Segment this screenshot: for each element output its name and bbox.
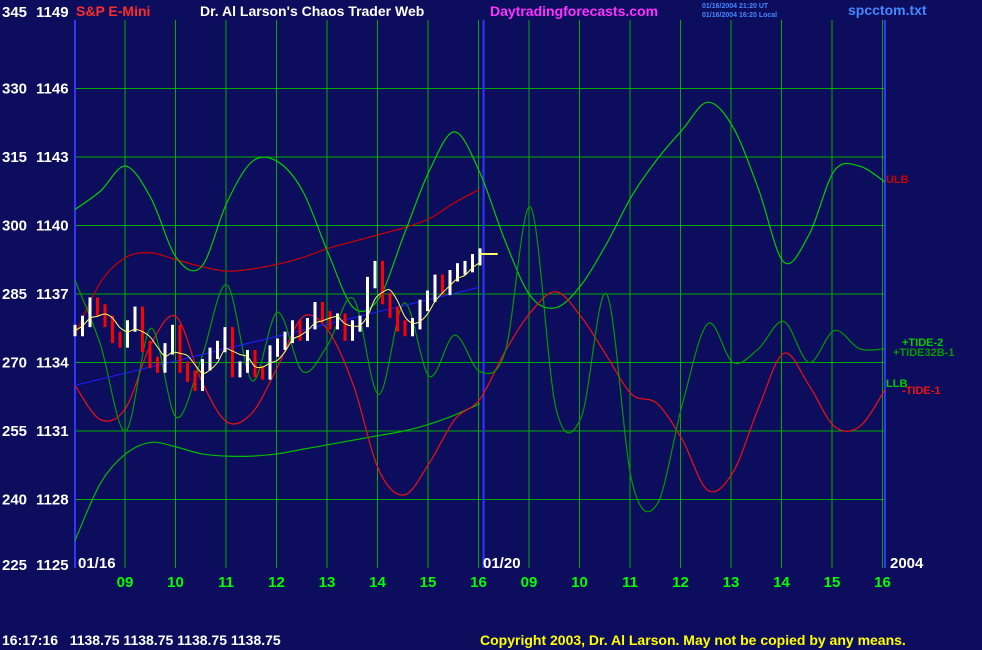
x-tick-hour: 09 [521, 574, 538, 591]
chart: 345 1149 330 1146 315 1143 300 1140 285 1137 270 11… [2, 2, 954, 648]
x-tick-hour: 15 [420, 574, 437, 591]
y-tick-left: 300 [2, 218, 27, 235]
x-tick-hour: 12 [268, 574, 285, 591]
x-tick-hour: 16 [470, 574, 487, 591]
chart-grid [74, 20, 886, 568]
timestamp-ut: 01/16/2004 21:20 UT [702, 3, 769, 10]
y-tick-price: 1134 [36, 355, 69, 372]
y-tick-left: 330 [2, 81, 27, 98]
legend-label: -TIDE-1 [902, 385, 941, 397]
readout: 16:17:16 1138.75 1138.75 1138.75 1138.75 [2, 632, 281, 648]
series-tide2 [74, 101, 886, 312]
x-date-label: 2004 [890, 555, 924, 572]
series-tide1 [74, 291, 886, 496]
x-tick-hour: 11 [218, 574, 234, 591]
y-tick-price: 1137 [36, 286, 69, 303]
y-tick-left: 270 [2, 355, 27, 372]
y-tick-price: 1146 [36, 81, 69, 98]
copyright: Copyright 2003, Dr. Al Larson. May not b… [480, 632, 906, 648]
y-tick-price: 1128 [36, 492, 69, 509]
x-date-label: 01/20 [483, 555, 521, 572]
legend-label: +TIDE32B-1 [893, 347, 954, 359]
chart-series [73, 101, 886, 541]
x-tick-hour: 13 [319, 574, 336, 591]
y-tick-left: 240 [2, 492, 27, 509]
y-tick-left: 255 [2, 423, 27, 440]
x-tick-hour: 09 [117, 574, 134, 591]
y-tick-left: 345 [2, 4, 27, 21]
y-tick-price: 1125 [36, 557, 69, 574]
x-tick-hour: 10 [571, 574, 588, 591]
author-title: Dr. Al Larson's Chaos Trader Web [200, 3, 424, 19]
y-tick-left: 315 [2, 149, 27, 166]
symbol-title: S&P E-Mini [76, 3, 150, 19]
x-tick-hour: 14 [369, 574, 386, 591]
y-tick-price: 1140 [36, 218, 69, 235]
x-date-label: 01/16 [78, 555, 116, 572]
timestamp-local: 01/16/2004 16:20 Local [702, 12, 777, 19]
y-tick-price: 1149 [36, 4, 69, 21]
x-tick-hour: 11 [622, 574, 638, 591]
file-name: spcctom.txt [848, 2, 927, 18]
y-tick-left: 225 [2, 557, 27, 574]
y-tick-price: 1143 [36, 149, 69, 166]
x-tick-hour: 15 [824, 574, 841, 591]
legend-label: ULB [886, 174, 909, 186]
series-llb [74, 403, 481, 541]
y-tick-price: 1131 [36, 423, 69, 440]
x-tick-hour: 13 [723, 574, 740, 591]
x-tick-hour: 14 [773, 574, 790, 591]
x-tick-hour: 12 [672, 574, 689, 591]
site-title[interactable]: Daytradingforecasts.com [490, 3, 658, 19]
x-tick-hour: 16 [874, 574, 891, 591]
y-tick-left: 285 [2, 286, 27, 303]
x-tick-hour: 10 [167, 574, 184, 591]
